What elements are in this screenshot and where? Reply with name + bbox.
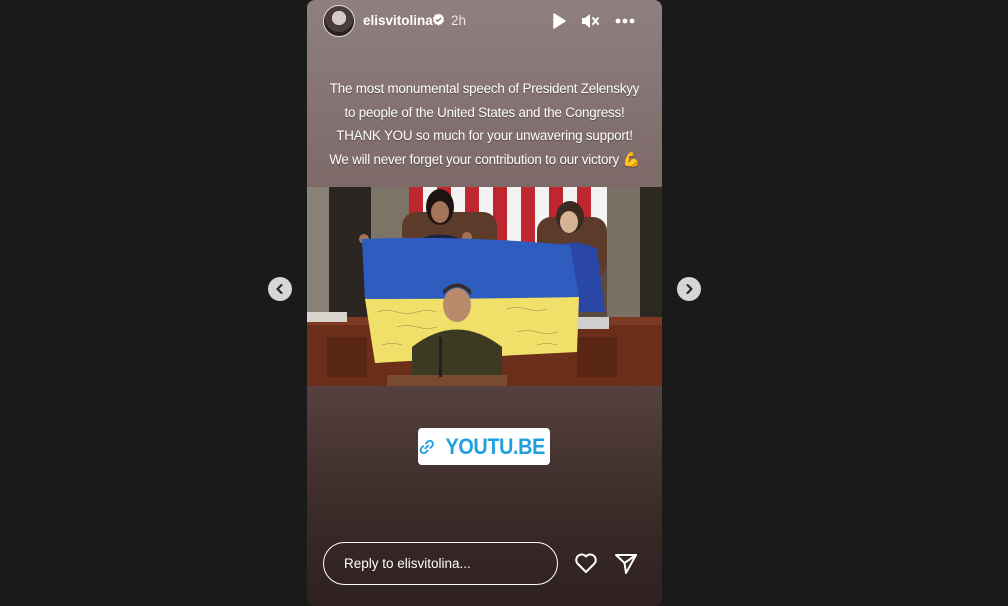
previous-story-button[interactable] <box>268 277 292 301</box>
muted-speaker-icon[interactable] <box>579 10 601 32</box>
flexed-biceps-emoji: 💪 <box>622 150 640 167</box>
caption-line: THANK YOU so much for your unwavering su… <box>336 128 633 143</box>
link-icon <box>419 439 434 454</box>
verified-badge-icon <box>432 13 445 26</box>
caption-line: We will never forget your contribution t… <box>307 148 662 172</box>
story-caption: The most monumental speech of President … <box>307 77 662 171</box>
story-viewer: elisvitolina 2h The most monumental spee… <box>307 0 662 606</box>
caption-line: to people of the United States and the C… <box>344 104 625 120</box>
caption-line: The most monumental speech of President … <box>329 81 640 96</box>
heart-icon[interactable] <box>573 550 599 576</box>
caption-line-text: We will never forget your contribution t… <box>329 151 620 167</box>
reply-input[interactable]: Reply to elisvitolina... <box>323 542 558 585</box>
link-sticker[interactable]: YOUTU.BE <box>418 428 550 465</box>
reply-placeholder: Reply to elisvitolina... <box>344 556 471 571</box>
post-time: 2h <box>451 13 467 28</box>
play-icon[interactable] <box>548 10 570 32</box>
story-photo <box>307 187 662 386</box>
link-sticker-text: YOUTU.BE <box>445 433 545 459</box>
chevron-right-icon <box>686 284 693 294</box>
next-story-button[interactable] <box>677 277 701 301</box>
send-icon[interactable] <box>613 550 639 576</box>
more-options-icon[interactable] <box>614 10 636 32</box>
username-link[interactable]: elisvitolina <box>363 13 433 28</box>
story-header: elisvitolina 2h <box>307 0 662 42</box>
avatar[interactable] <box>323 5 355 37</box>
chevron-left-icon <box>276 284 283 294</box>
